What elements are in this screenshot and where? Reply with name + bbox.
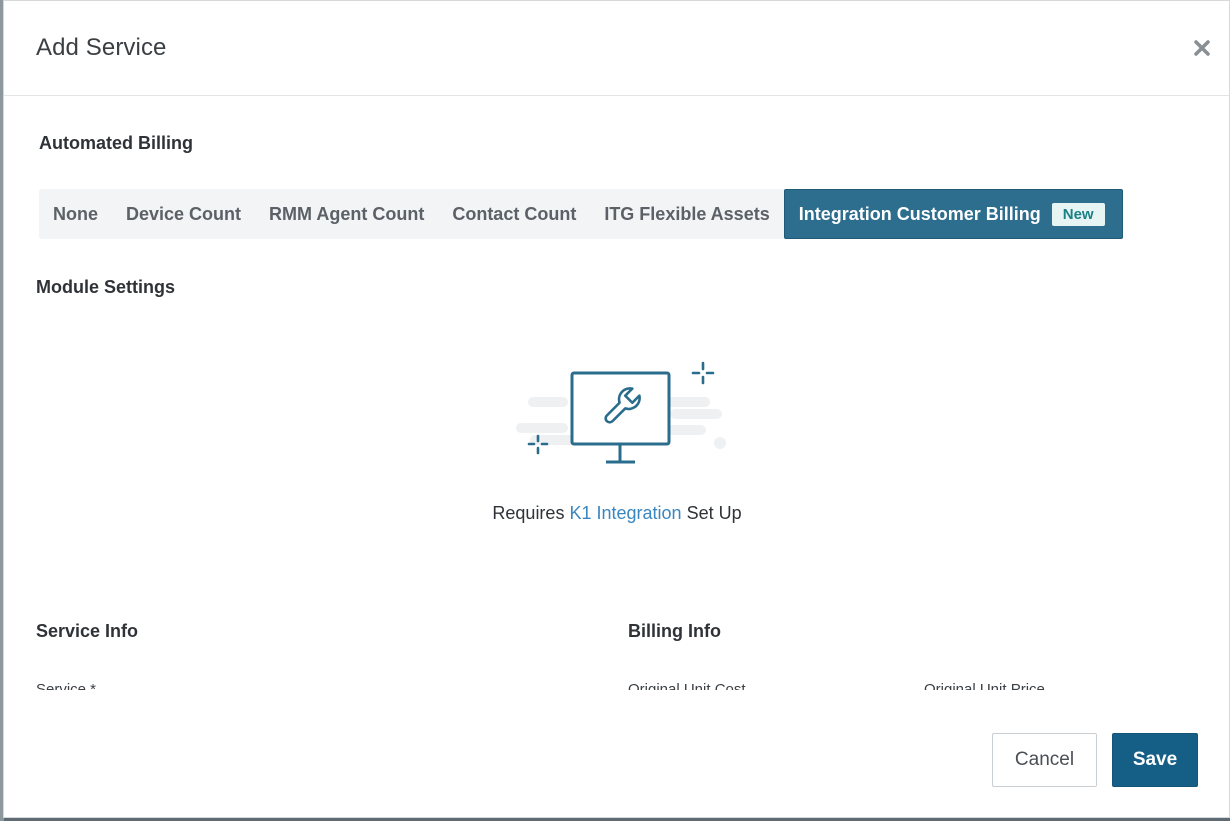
modal-title: Add Service <box>36 34 167 61</box>
cancel-button[interactable]: Cancel <box>992 733 1097 787</box>
requires-suffix: Set Up <box>686 503 742 523</box>
tab-device-count[interactable]: Device Count <box>112 189 255 239</box>
tab-label: None <box>53 203 98 224</box>
save-button[interactable]: Save <box>1112 733 1198 787</box>
modal-header: Add Service <box>4 1 1229 96</box>
add-service-modal: Add Service Automated Billing None Devic… <box>3 0 1230 818</box>
tab-none[interactable]: None <box>39 189 112 239</box>
tab-contact-count[interactable]: Contact Count <box>438 189 590 239</box>
tab-itg-flexible-assets[interactable]: ITG Flexible Assets <box>590 189 783 239</box>
tab-label: RMM Agent Count <box>269 203 425 224</box>
tab-label: ITG Flexible Assets <box>604 203 770 224</box>
requires-prefix: Requires <box>492 503 565 523</box>
original-unit-cost-label: Original Unit Cost <box>628 681 746 690</box>
tab-label: Device Count <box>126 203 242 224</box>
new-badge: New <box>1051 202 1105 226</box>
tab-label: Integration Customer Billing <box>798 203 1041 224</box>
tab-label: Contact Count <box>452 203 577 224</box>
billing-type-tabs: None Device Count RMM Agent Count Contac… <box>39 189 1123 239</box>
tab-integration-customer-billing[interactable]: Integration Customer Billing New <box>783 189 1123 239</box>
requires-message: Requires K1 Integration Set Up <box>4 503 1229 524</box>
original-unit-price-label: Original Unit Price <box>924 681 1045 690</box>
module-settings-heading: Module Settings <box>36 277 175 297</box>
monitor-wrench-icon <box>512 357 734 469</box>
close-icon[interactable] <box>1189 35 1215 61</box>
modal-footer: Cancel Save <box>4 691 1229 817</box>
service-info-heading: Service Info <box>36 621 139 641</box>
tab-rmm-agent-count[interactable]: RMM Agent Count <box>255 189 438 239</box>
billing-info-heading: Billing Info <box>628 621 721 641</box>
automated-billing-heading: Automated Billing <box>39 133 193 153</box>
service-field-label: Service * <box>36 681 97 690</box>
k1-integration-link[interactable]: K1 Integration <box>569 503 681 523</box>
